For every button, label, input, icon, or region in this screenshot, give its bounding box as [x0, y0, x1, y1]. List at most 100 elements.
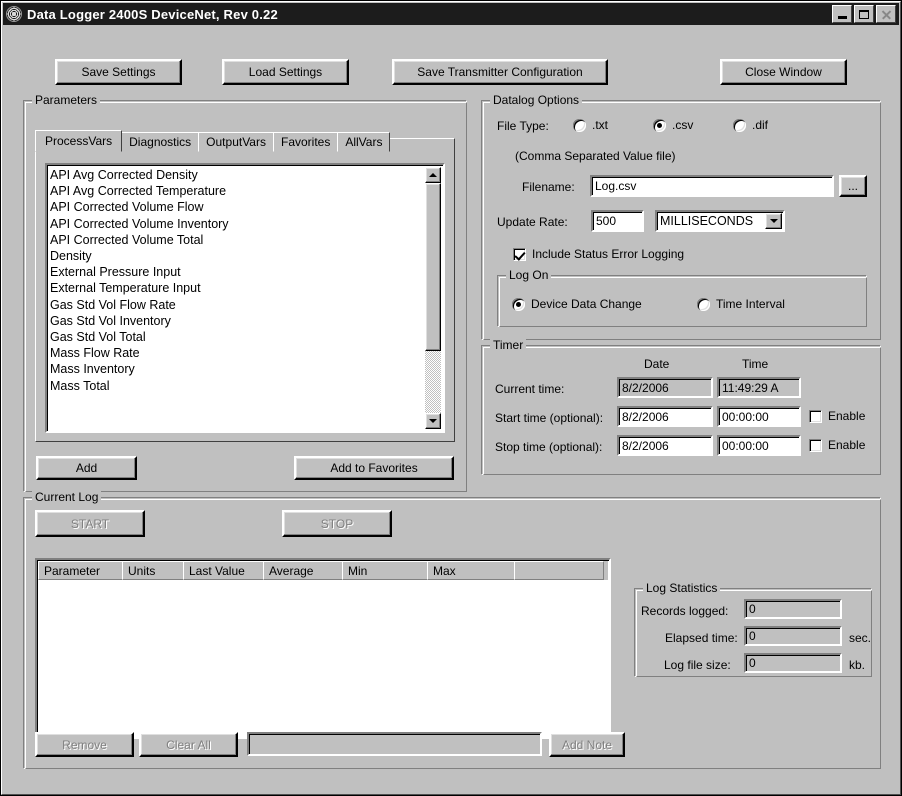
elapsed-time-label: Elapsed time:: [665, 631, 738, 645]
triangle-down-icon: [429, 419, 437, 423]
save-transmitter-configuration-button[interactable]: Save Transmitter Configuration: [392, 59, 608, 85]
list-item[interactable]: Gas Std Vol Total: [50, 329, 424, 345]
list-item[interactable]: External Pressure Input: [50, 264, 424, 280]
list-item[interactable]: External Temperature Input: [50, 280, 424, 296]
table-column-header[interactable]: Max: [427, 561, 515, 580]
update-rate-input[interactable]: 500: [591, 210, 644, 232]
parameters-group-title: Parameters: [32, 93, 100, 107]
file-type-csv-radio[interactable]: .csv: [653, 118, 693, 132]
stop-time-label: Stop time (optional):: [495, 440, 602, 454]
table-header-row: ParameterUnitsLast ValueAverageMinMax: [38, 561, 608, 580]
tab-allvars[interactable]: AllVars: [337, 132, 390, 152]
title-bar: Data Logger 2400S DeviceNet, Rev 0.22: [3, 3, 899, 25]
start-time-date-input[interactable]: 8/2/2006: [617, 406, 713, 427]
table-column-header[interactable]: Last Value: [183, 561, 264, 580]
list-item[interactable]: API Corrected Volume Inventory: [50, 216, 424, 232]
list-item[interactable]: Gas Std Vol Inventory: [50, 313, 424, 329]
tab-label: OutputVars: [206, 135, 266, 149]
chevron-down-icon: [770, 219, 778, 223]
combo-dropdown-button[interactable]: [765, 213, 782, 229]
list-item[interactable]: API Avg Corrected Temperature: [50, 183, 424, 199]
log-on-device-data-change-radio[interactable]: Device Data Change: [512, 297, 642, 311]
filename-input[interactable]: Log.csv: [590, 175, 834, 197]
list-item[interactable]: API Avg Corrected Density: [50, 167, 424, 183]
log-on-time-interval-radio[interactable]: Time Interval: [697, 297, 785, 311]
file-type-label: File Type:: [497, 119, 549, 133]
table-column-header[interactable]: Min: [342, 561, 428, 580]
close-icon: [881, 9, 892, 20]
tab-processvars[interactable]: ProcessVars: [35, 130, 122, 152]
parameters-listbox[interactable]: API Avg Corrected DensityAPI Avg Correct…: [45, 163, 445, 433]
tab-favorites[interactable]: Favorites: [273, 132, 338, 152]
close-button[interactable]: [876, 5, 896, 23]
list-item[interactable]: API Corrected Volume Total: [50, 232, 424, 248]
update-rate-unit-value: MILLISECONDS: [660, 214, 753, 228]
elapsed-time-unit: sec.: [849, 631, 871, 645]
table-column-header[interactable]: Parameter: [38, 561, 123, 580]
remove-button[interactable]: Remove: [35, 732, 134, 757]
include-status-error-logging-checkbox[interactable]: Include Status Error Logging: [513, 247, 684, 261]
scrollbar-track[interactable]: [425, 183, 441, 413]
stop-time-enable-checkbox[interactable]: Enable: [809, 438, 865, 452]
file-type-hint: (Comma Separated Value file): [515, 149, 676, 163]
log-file-size-label: Log file size:: [664, 658, 731, 672]
scrollbar-thumb[interactable]: [425, 183, 441, 351]
maximize-button[interactable]: [854, 5, 874, 23]
triangle-up-icon: [429, 173, 437, 177]
current-time-time-field: 11:49:29 A: [717, 377, 801, 398]
file-type-txt-label: .txt: [592, 118, 608, 132]
include-status-error-logging-label: Include Status Error Logging: [532, 247, 684, 261]
add-to-favorites-button[interactable]: Add to Favorites: [294, 456, 454, 480]
start-time-enable-label: Enable: [828, 409, 865, 423]
current-time-date-field: 8/2/2006: [617, 377, 713, 398]
maximize-icon: [859, 10, 869, 19]
stop-button[interactable]: STOP: [282, 510, 392, 537]
file-type-txt-radio[interactable]: .txt: [573, 118, 608, 132]
data-logger-window: Data Logger 2400S DeviceNet, Rev 0.22 Sa…: [0, 0, 902, 796]
log-on-time-interval-label: Time Interval: [716, 297, 785, 311]
start-time-time-input[interactable]: 00:00:00: [717, 406, 801, 427]
records-logged-label: Records logged:: [641, 604, 728, 618]
parameters-scrollbar[interactable]: [425, 167, 441, 429]
table-column-header[interactable]: Average: [263, 561, 343, 580]
table-column-header[interactable]: Units: [122, 561, 184, 580]
timer-group-title: Timer: [490, 338, 526, 352]
list-item[interactable]: Gas Std Vol Flow Rate: [50, 297, 424, 313]
start-button[interactable]: START: [35, 510, 145, 537]
clear-all-button[interactable]: Clear All: [139, 732, 238, 757]
update-rate-unit-select[interactable]: MILLISECONDS: [655, 210, 785, 232]
timer-col-time-header: Time: [742, 357, 768, 371]
list-item[interactable]: Mass Inventory: [50, 361, 424, 377]
list-item[interactable]: API Corrected Volume Flow: [50, 199, 424, 215]
update-rate-label: Update Rate:: [497, 215, 568, 229]
save-settings-button[interactable]: Save Settings: [55, 59, 182, 85]
radio-indicator: [573, 119, 586, 132]
current-log-group-title: Current Log: [32, 490, 101, 504]
minimize-button[interactable]: [832, 5, 852, 23]
note-input[interactable]: [247, 732, 542, 756]
add-button[interactable]: Add: [36, 456, 137, 480]
stop-time-date-input[interactable]: 8/2/2006: [617, 435, 713, 456]
table-column-header[interactable]: [514, 561, 604, 580]
log-file-size-value: 0: [744, 653, 842, 673]
list-item[interactable]: Density: [50, 248, 424, 264]
stop-time-time-input[interactable]: 00:00:00: [717, 435, 801, 456]
scroll-up-button[interactable]: [425, 167, 441, 183]
list-item[interactable]: Mass Flow Rate: [50, 345, 424, 361]
tab-outputvars[interactable]: OutputVars: [198, 132, 274, 152]
start-time-enable-checkbox[interactable]: Enable: [809, 409, 865, 423]
browse-button[interactable]: ...: [839, 175, 867, 197]
add-note-button[interactable]: Add Note: [549, 732, 625, 757]
current-log-table[interactable]: ParameterUnitsLast ValueAverageMinMax: [35, 558, 611, 739]
load-settings-button[interactable]: Load Settings: [222, 59, 349, 85]
file-type-dif-radio[interactable]: .dif: [733, 118, 768, 132]
start-time-label: Start time (optional):: [495, 411, 603, 425]
log-file-size-unit: kb.: [849, 658, 865, 672]
scroll-down-button[interactable]: [425, 413, 441, 429]
close-window-button[interactable]: Close Window: [720, 59, 847, 85]
minimize-icon: [838, 16, 847, 19]
list-item[interactable]: Mass Total: [50, 378, 424, 394]
tab-diagnostics[interactable]: Diagnostics: [121, 132, 199, 152]
file-type-dif-label: .dif: [752, 118, 768, 132]
tab-label: ProcessVars: [45, 134, 112, 148]
